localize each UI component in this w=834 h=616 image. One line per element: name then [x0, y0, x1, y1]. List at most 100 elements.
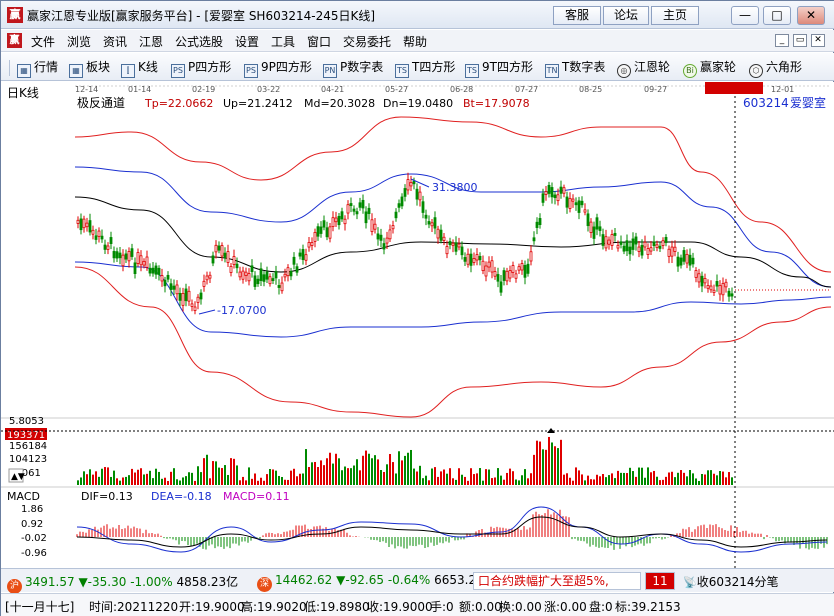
volume-bar: [452, 478, 454, 485]
candle-body: [505, 270, 509, 282]
tool-p-number-table[interactable]: PN P数字表: [323, 58, 383, 78]
volume-bar: [602, 474, 604, 485]
volume-bar: [470, 468, 472, 485]
sh-index-group[interactable]: 沪 3491.57 ▼-35.30 -1.00% 4858.23亿: [7, 573, 238, 594]
volume-bar: [491, 478, 493, 485]
candle-body: [109, 237, 113, 244]
menu-tools[interactable]: 工具: [271, 33, 295, 50]
menu-window[interactable]: 窗口: [307, 33, 331, 50]
candle-body: [112, 251, 116, 259]
tool-gann-wheel[interactable]: ◎ 江恩轮: [617, 58, 670, 78]
candle-body: [400, 196, 404, 207]
collect-ticks[interactable]: 📡收603214分笔: [683, 573, 779, 590]
mdi-minimize-button[interactable]: _: [775, 34, 789, 47]
maximize-button[interactable]: □: [763, 6, 791, 25]
volume-bar: [506, 472, 508, 485]
volume-bar: [557, 448, 559, 485]
price-high-label: 31.3800: [432, 181, 478, 194]
volume-bar: [617, 470, 619, 485]
candle-body: [121, 254, 125, 267]
volume-bar: [482, 480, 484, 485]
menu-file[interactable]: 文件: [31, 33, 55, 50]
candle-body: [547, 184, 551, 194]
mdi-close-button[interactable]: ✕: [811, 34, 825, 47]
candle-body: [232, 256, 236, 265]
homepage-button[interactable]: 主页: [651, 6, 699, 25]
candle-body: [556, 194, 560, 202]
kline-chart[interactable]: 日K线 极反通道 Tp=22.0662 Up=21.2412 Md=20.302…: [1, 82, 834, 568]
volume-bar: [410, 449, 412, 485]
candle-body: [382, 243, 386, 250]
hexagon-icon: ⬡: [749, 64, 763, 78]
tool-t-square[interactable]: TS T四方形: [395, 58, 455, 78]
tool-sector[interactable]: ▦ 板块: [69, 58, 110, 78]
volume-bar: [188, 472, 190, 485]
forum-button[interactable]: 论坛: [603, 6, 649, 25]
antenna-icon: 📡: [683, 576, 697, 589]
menu-browse[interactable]: 浏览: [67, 33, 91, 50]
candle-body: [529, 251, 533, 262]
date-label: 01-14: [128, 85, 151, 94]
tool-kline[interactable]: ⫿ K线: [121, 58, 158, 78]
minimize-button[interactable]: —: [731, 6, 759, 25]
menu-news[interactable]: 资讯: [103, 33, 127, 50]
service-button[interactable]: 客服: [553, 6, 601, 25]
volume-bar: [614, 478, 616, 485]
tool-winner-wheel[interactable]: Bi 赢家轮: [683, 58, 736, 78]
volume-bar: [710, 470, 712, 485]
tool-quotes[interactable]: ▦ 行情: [17, 58, 58, 78]
date-label: 05-27: [385, 85, 408, 94]
candle-body: [649, 247, 653, 252]
candle-body: [424, 214, 428, 219]
tool-9p-square-label: 9P四方形: [261, 60, 312, 74]
volume-bar: [92, 474, 94, 485]
volume-bar: [704, 474, 706, 485]
candle-body: [691, 257, 695, 265]
volume-bar: [320, 460, 322, 485]
tool-9p-square[interactable]: PS 9P四方形: [244, 58, 312, 78]
tool-t-number-table[interactable]: TN T数字表: [545, 58, 605, 78]
candle-body: [643, 241, 647, 248]
tool-p-square[interactable]: PS P四方形: [171, 58, 231, 78]
volume-toggle-icon[interactable]: ▲▼: [11, 472, 25, 482]
menu-settings[interactable]: 设置: [235, 33, 259, 50]
tool-hexagon[interactable]: ⬡ 六角形: [749, 58, 802, 78]
volume-bar: [314, 461, 316, 485]
candle-body: [361, 199, 365, 209]
volume-bar: [116, 478, 118, 485]
volume-bar: [356, 459, 358, 485]
volume-bar: [149, 470, 151, 485]
candle-body: [142, 260, 146, 266]
volume-bar: [239, 480, 241, 485]
sz-index-pct: -0.64%: [387, 573, 431, 587]
volume-bar: [365, 450, 367, 485]
volume-bar: [323, 465, 325, 485]
candle-body: [682, 250, 686, 262]
mdi-restore-button[interactable]: ▭: [793, 34, 807, 47]
ticker-count[interactable]: 11: [645, 572, 675, 590]
candle-body: [595, 217, 599, 230]
menu-gann[interactable]: 江恩: [139, 33, 163, 50]
candle-body: [430, 222, 434, 227]
menu-formula-selection[interactable]: 公式选股: [175, 33, 223, 50]
volume-bar: [518, 480, 520, 485]
menu-trade[interactable]: 交易委托: [343, 33, 391, 50]
candle-body: [340, 211, 344, 220]
volume-bar: [731, 477, 733, 485]
volume-bar: [629, 467, 631, 485]
volume-bar: [605, 477, 607, 485]
close-button[interactable]: ✕: [797, 6, 825, 25]
menu-help[interactable]: 帮助: [403, 33, 427, 50]
tool-9t-square[interactable]: TS 9T四方形: [465, 58, 533, 78]
volume-bar: [212, 461, 214, 485]
volume-bar: [449, 468, 451, 485]
sz-index-group[interactable]: 深 14462.62 ▼-92.65 -0.64% 6653.24: [257, 573, 484, 592]
kline-chart-area[interactable]: 日K线 极反通道 Tp=22.0662 Up=21.2412 Md=20.302…: [1, 82, 834, 568]
candle-body: [139, 255, 143, 266]
candle-body: [712, 289, 716, 293]
volume-bar: [359, 470, 361, 485]
volume-bar: [566, 473, 568, 485]
macd-scale-0: 1.86: [21, 504, 43, 515]
news-ticker[interactable]: 口合约跌幅扩大至超5%,: [473, 572, 641, 590]
sector-icon: ▦: [69, 64, 83, 78]
